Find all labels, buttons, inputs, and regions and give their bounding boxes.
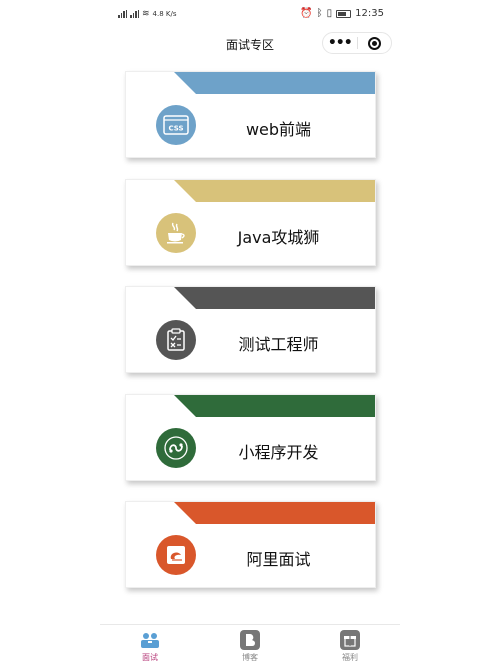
card-tester[interactable]: 测试工程师 (125, 286, 376, 373)
card-label: Java攻城狮 (237, 228, 320, 247)
card-band (174, 502, 375, 524)
network-speed: 4.8 K/s (152, 10, 177, 18)
card-label: web前端 (245, 120, 312, 139)
tab-blog[interactable]: 博客 (200, 625, 300, 666)
card-web-frontend[interactable]: CSS web前端 (125, 71, 376, 158)
status-bar: ≋ 4.8 K/s ⏰ ᛒ ▯ 12:35 (100, 0, 400, 28)
alibaba-icon (156, 535, 196, 575)
card-label: 阿里面试 (246, 550, 311, 569)
blog-icon (240, 630, 260, 650)
interview-icon (140, 630, 160, 650)
card-java[interactable]: Java攻城狮 (125, 179, 376, 266)
nav-bar: 面试专区 ••• (100, 30, 400, 56)
close-button[interactable] (357, 36, 391, 50)
tab-interview[interactable]: 面试 (100, 625, 200, 666)
card-band (174, 287, 375, 309)
alarm-icon: ⏰ (300, 8, 313, 19)
capsule-menu: ••• (322, 32, 392, 54)
card-band (174, 72, 375, 94)
card-alibaba[interactable]: 阿里面试 (125, 501, 376, 588)
css-icon: CSS (156, 105, 196, 145)
card-mini-program[interactable]: 小程序开发 (125, 394, 376, 481)
tab-label: 博客 (242, 653, 258, 662)
card-band (174, 395, 375, 417)
tab-label: 面试 (142, 653, 158, 662)
card-label: 小程序开发 (238, 443, 319, 462)
card-band (174, 180, 375, 202)
card-label: 测试工程师 (238, 335, 319, 354)
clipboard-check-icon (156, 320, 196, 360)
vibrate-icon: ▯ (326, 8, 333, 19)
phone-screen: ≋ 4.8 K/s ⏰ ᛒ ▯ 12:35 面试专区 ••• CSS web前端… (100, 0, 400, 666)
tab-label: 福利 (342, 653, 358, 662)
battery-icon (336, 9, 352, 18)
status-time: 12:35 (355, 8, 384, 19)
java-cup-icon (156, 213, 196, 253)
wifi-icon: ≋ (142, 9, 150, 19)
gift-icon (340, 630, 360, 650)
more-button[interactable]: ••• (323, 36, 357, 50)
css-icon-text: CSS (168, 125, 183, 133)
tab-welfare[interactable]: 福利 (300, 625, 400, 666)
tab-bar: 面试 博客 福利 (100, 624, 400, 666)
bluetooth-icon: ᛒ (316, 8, 323, 19)
mini-program-icon (156, 428, 196, 468)
target-icon (367, 36, 381, 50)
signal-icon (118, 10, 127, 18)
signal-icon-2 (130, 10, 139, 18)
